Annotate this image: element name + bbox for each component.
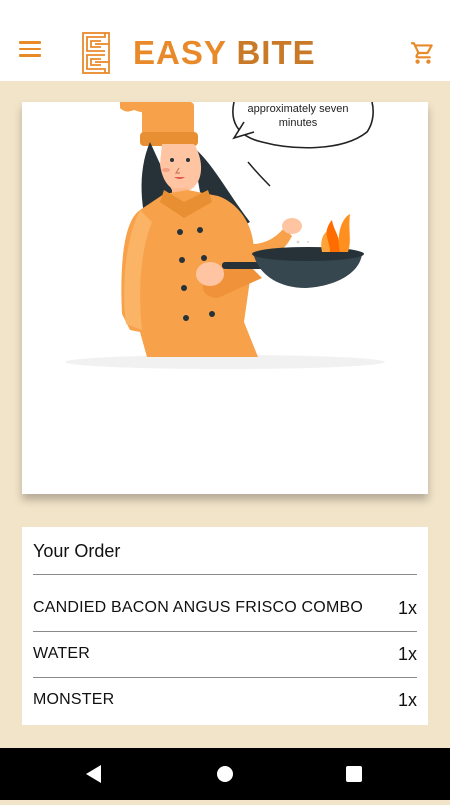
order-item-quantity: 1x bbox=[397, 598, 417, 618]
chef-cooking-illustration bbox=[65, 102, 385, 369]
shopping-cart-icon bbox=[411, 42, 433, 64]
app-bar: EASY BITE bbox=[0, 0, 450, 81]
brand-word-bite: BITE bbox=[236, 34, 316, 71]
system-navigation-bar bbox=[0, 748, 450, 800]
order-item-quantity: 1x bbox=[397, 690, 417, 710]
back-button[interactable] bbox=[64, 748, 124, 800]
divider bbox=[33, 574, 417, 575]
brand-name: EASY BITE bbox=[133, 34, 316, 72]
chef-illustration-card: approximately seven minutes bbox=[22, 102, 428, 494]
recents-square-icon bbox=[346, 766, 362, 782]
cart-button[interactable] bbox=[410, 40, 436, 66]
menu-button[interactable] bbox=[19, 41, 41, 57]
order-title: Your Order bbox=[33, 541, 121, 561]
order-item-quantity: 1x bbox=[397, 644, 417, 664]
order-item-row[interactable]: WATER 1x bbox=[33, 631, 417, 677]
order-summary-card: Your Order CANDIED BACON ANGUS FRISCO CO… bbox=[22, 527, 428, 725]
order-item-name: CANDIED BACON ANGUS FRISCO COMBO bbox=[33, 599, 363, 616]
easy-bite-logo-icon bbox=[82, 32, 110, 74]
back-triangle-icon bbox=[86, 765, 101, 783]
speech-bubble-text: approximately seven minutes bbox=[247, 103, 349, 129]
brand-word-easy: EASY bbox=[133, 34, 227, 71]
order-item-row[interactable]: MONSTER 1x bbox=[33, 677, 417, 723]
order-item-name: WATER bbox=[33, 645, 90, 662]
home-button[interactable] bbox=[195, 748, 255, 800]
home-circle-icon bbox=[217, 766, 233, 782]
recents-button[interactable] bbox=[324, 748, 384, 800]
order-item-row[interactable]: CANDIED BACON ANGUS FRISCO COMBO 1x bbox=[33, 585, 417, 631]
order-item-name: MONSTER bbox=[33, 691, 115, 708]
